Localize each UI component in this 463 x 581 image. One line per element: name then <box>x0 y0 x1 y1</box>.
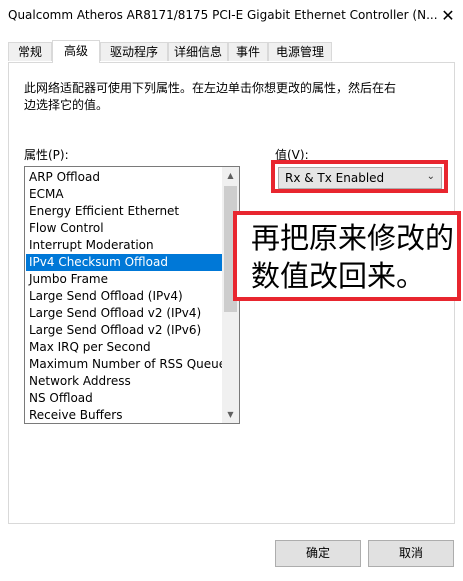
tab-details[interactable]: 详细信息 <box>168 42 228 61</box>
list-item[interactable]: Receive Buffers <box>26 407 223 423</box>
window-title: Qualcomm Atheros AR8171/8175 PCI-E Gigab… <box>8 8 438 22</box>
tab-advanced[interactable]: 高级 <box>52 40 100 63</box>
list-item[interactable]: Large Send Offload v2 (IPv6) <box>26 322 223 339</box>
list-item[interactable]: Maximum Number of RSS Queue <box>26 356 223 373</box>
tab-driver[interactable]: 驱动程序 <box>100 42 168 61</box>
annotation-text: 再把原来修改的数值改回来。 <box>251 221 455 293</box>
list-item[interactable]: ECMA <box>26 186 223 203</box>
list-item[interactable]: Energy Efficient Ethernet <box>26 203 223 220</box>
list-item[interactable]: Jumbo Frame <box>26 271 223 288</box>
scroll-down-icon[interactable]: ▼ <box>222 406 239 423</box>
ok-button[interactable]: 确定 <box>275 540 361 567</box>
close-icon[interactable]: ✕ <box>433 0 463 30</box>
value-dropdown-text: Rx & Tx Enabled <box>285 171 385 185</box>
list-item[interactable]: Large Send Offload v2 (IPv4) <box>26 305 223 322</box>
list-item[interactable]: IPv4 Checksum Offload <box>26 254 223 271</box>
list-item[interactable]: NS Offload <box>26 390 223 407</box>
list-item[interactable]: Max IRQ per Second <box>26 339 223 356</box>
list-item[interactable]: Network Address <box>26 373 223 390</box>
property-listbox[interactable]: ARP Offload ECMA Energy Efficient Ethernet… <box>24 166 240 424</box>
property-label: 属性(P): <box>24 148 69 162</box>
scroll-up-icon[interactable]: ▲ <box>222 167 239 184</box>
tab-events[interactable]: 事件 <box>228 42 268 61</box>
title-bar: Qualcomm Atheros AR8171/8175 PCI-E Gigab… <box>0 0 463 32</box>
value-dropdown[interactable]: Rx & Tx Enabled ⌄ <box>278 167 442 189</box>
chevron-down-icon: ⌄ <box>426 171 435 182</box>
list-item[interactable]: Interrupt Moderation <box>26 237 223 254</box>
annotation-callout: 再把原来修改的数值改回来。 <box>233 211 461 301</box>
panel-description: 此网络适配器可使用下列属性。在左边单击你想更改的属性，然后在右边选择它的值。 <box>24 81 397 112</box>
tab-general[interactable]: 常规 <box>8 42 52 61</box>
list-item[interactable]: Large Send Offload (IPv4) <box>26 288 223 305</box>
tab-power-management[interactable]: 电源管理 <box>268 42 332 61</box>
list-item[interactable]: ARP Offload <box>26 169 223 186</box>
list-item[interactable]: Flow Control <box>26 220 223 237</box>
tab-strip: 常规 高级 驱动程序 详细信息 事件 电源管理 <box>8 40 458 63</box>
cancel-button[interactable]: 取消 <box>368 540 454 567</box>
